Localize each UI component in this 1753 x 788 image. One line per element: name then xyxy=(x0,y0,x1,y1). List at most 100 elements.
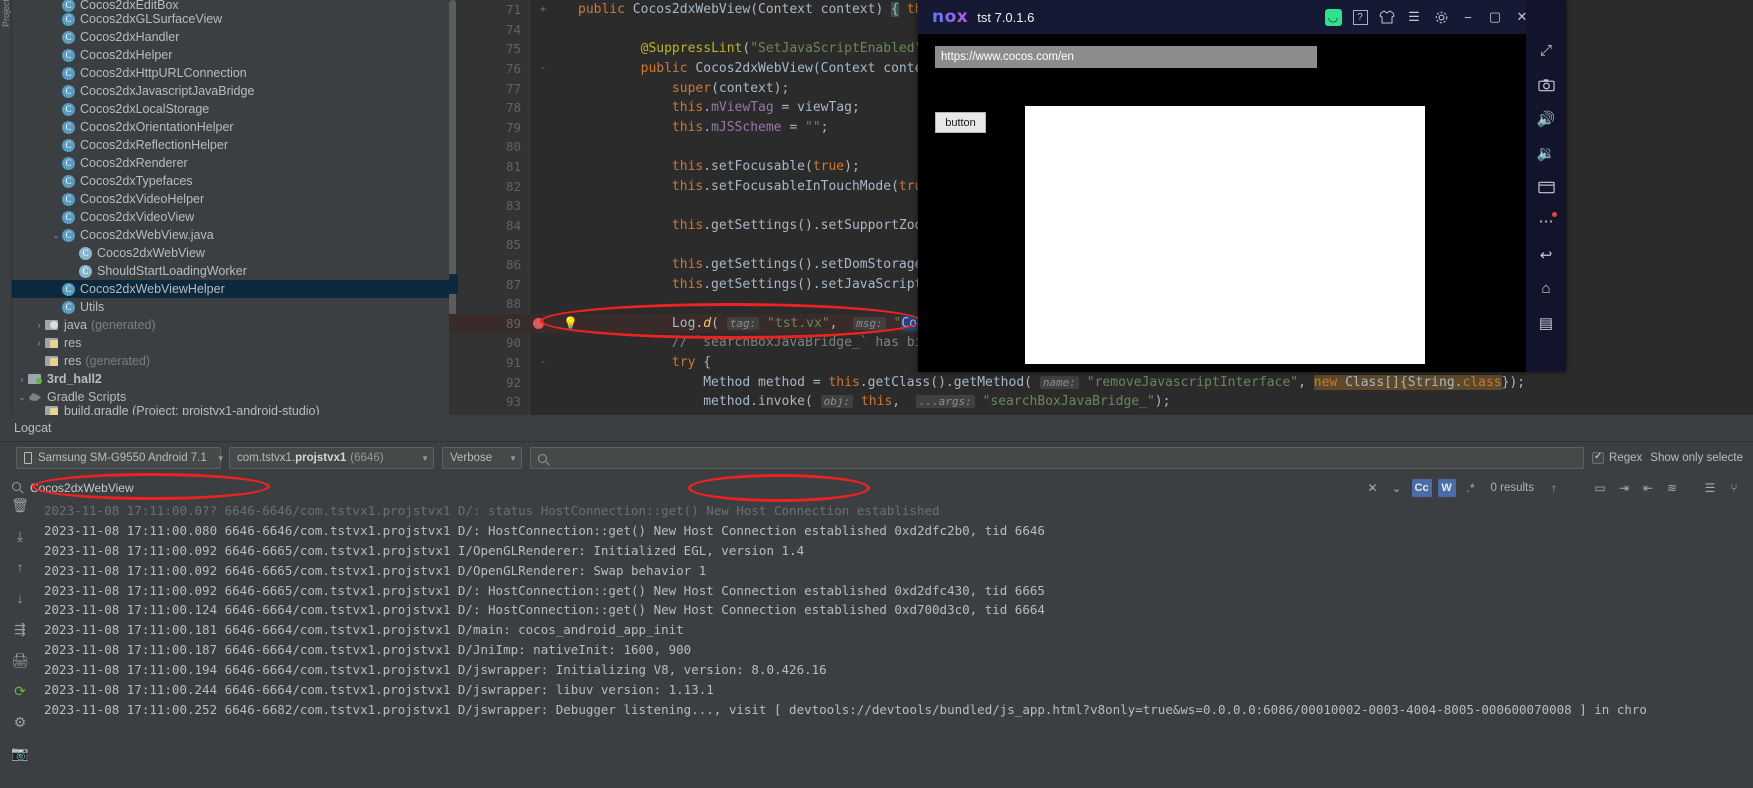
chevron-down-icon[interactable]: ⌄ xyxy=(16,388,28,406)
open-in-editor-icon[interactable]: ▭ xyxy=(1591,479,1609,497)
log-line[interactable]: 2023-11-08 17:11:00.187 6646-6664/com.ts… xyxy=(40,640,1753,660)
code-fold-toggle[interactable]: - xyxy=(530,63,556,74)
back-icon[interactable]: ↩ xyxy=(1532,242,1560,267)
tag-filter-input[interactable]: Cocos2dxWebView xyxy=(8,478,608,498)
collapse-lines-icon[interactable]: ⇤ xyxy=(1639,479,1657,497)
webview-content[interactable] xyxy=(1025,106,1425,364)
soft-wrap-icon[interactable]: ☰ xyxy=(1701,479,1719,497)
url-input[interactable] xyxy=(935,46,1317,68)
maximize-icon[interactable]: ▢ xyxy=(1482,2,1508,32)
filter-icon[interactable]: ⑂ xyxy=(1725,479,1743,497)
project-tab-label[interactable]: Project xyxy=(1,0,11,27)
log-line[interactable]: 2023-11-08 17:11:00.194 6646-6664/com.ts… xyxy=(40,660,1753,680)
shopping-bag-icon[interactable]: ◡ xyxy=(1320,2,1346,32)
restart-icon[interactable]: ⟳ xyxy=(9,682,31,700)
tree-item-build-gradle-project-projstvx1-android-studio-[interactable]: ›build.gradle (Project: projstvx1-androi… xyxy=(12,404,449,415)
minimize-icon[interactable]: − xyxy=(1455,2,1481,32)
log-level-selector[interactable]: Verbose ▼ xyxy=(442,447,522,469)
find-previous-icon[interactable]: ↑ xyxy=(1545,479,1563,497)
log-line[interactable]: 2023-11-08 17:11:00.0?? 6646-6646/com.ts… xyxy=(40,501,1753,521)
show-only-selected-checkbox[interactable]: Show only selecte xyxy=(1650,452,1743,464)
android-button[interactable]: button xyxy=(935,112,986,133)
fullscreen-icon[interactable]: ⤢ xyxy=(1532,38,1560,63)
nox-emulator-window[interactable]: nox tst 7.0.1.6 ◡ ? ☰ − ▢ ✕ « button xyxy=(918,0,1566,372)
history-icon[interactable]: ⌄ xyxy=(1388,479,1406,497)
nox-title-bar[interactable]: nox tst 7.0.1.6 ◡ ? ☰ − ▢ ✕ « xyxy=(918,0,1566,34)
tree-item-cocos2dxhttpurlconnection[interactable]: ›CCocos2dxHttpURLConnection xyxy=(12,64,449,82)
log-line[interactable]: 2023-11-08 17:11:00.092 6646-6665/com.ts… xyxy=(40,541,1753,561)
tree-item-3rd-hall2[interactable]: › 3rd_hall2 xyxy=(12,370,449,388)
process-selector[interactable]: com.tstvx1. projstvx1 (6646) ▼ xyxy=(229,447,434,469)
screenshot-icon[interactable] xyxy=(1532,72,1560,97)
logcat-search-input[interactable] xyxy=(530,447,1585,469)
match-case-toggle[interactable]: Cc xyxy=(1411,478,1432,497)
tree-item-res[interactable]: ›res(generated) xyxy=(12,352,449,370)
scroll-to-end-icon[interactable]: ⤓ xyxy=(9,527,31,545)
code-line-92[interactable]: 92 Method method = this.getClass().getMe… xyxy=(449,372,1753,392)
expand-lines-icon[interactable]: ⇥ xyxy=(1615,479,1633,497)
tree-item-cocos2dxrenderer[interactable]: ›CCocos2dxRenderer xyxy=(12,154,449,172)
scroll-up-icon[interactable]: ↑ xyxy=(9,558,31,576)
menu-icon[interactable]: ☰ xyxy=(1401,2,1427,32)
volume-up-icon[interactable]: 🔊 xyxy=(1532,106,1560,131)
log-line[interactable]: 2023-11-08 17:11:00.181 6646-6664/com.ts… xyxy=(40,620,1753,640)
tree-item-cocos2dxlocalstorage[interactable]: ›CCocos2dxLocalStorage xyxy=(12,100,449,118)
tree-item-cocos2dxeditbox[interactable]: ›CCocos2dxEditBox xyxy=(12,0,449,12)
clear-find-icon[interactable]: ✕ xyxy=(1364,479,1382,497)
wrap-icon[interactable]: ⇶ xyxy=(9,620,31,638)
home-icon[interactable]: ⌂ xyxy=(1532,276,1560,301)
log-line[interactable]: 2023-11-08 17:11:00.080 6646-6646/com.ts… xyxy=(40,521,1753,541)
tree-item-utils[interactable]: ›CUtils xyxy=(12,298,449,316)
tree-item-cocos2dxglsurfaceview[interactable]: ›CCocos2dxGLSurfaceView xyxy=(12,10,449,28)
tree-item-cocos2dxvideoview[interactable]: ›CCocos2dxVideoView xyxy=(12,208,449,226)
settings-icon[interactable] xyxy=(1428,2,1454,32)
nox-side-toolbar[interactable]: ⤢ 🔊 🔉 ⋯ ↩ ⌂ ▤ xyxy=(1526,0,1566,372)
device-selector[interactable]: Samsung SM-G9550 Android 7.1 ▼ xyxy=(16,447,225,469)
print-icon[interactable]: 🖨 xyxy=(9,651,31,669)
log-line[interactable]: 2023-11-08 17:11:00.252 6646-6682/com.ts… xyxy=(40,700,1753,720)
intention-bulb-icon[interactable]: 💡 xyxy=(563,316,578,330)
regex-checkbox[interactable]: Regex xyxy=(1592,451,1642,464)
scroll-down-icon[interactable]: ↓ xyxy=(9,589,31,607)
code-fold-toggle[interactable]: - xyxy=(530,357,556,368)
log-line[interactable]: 2023-11-08 17:11:00.124 6646-6664/com.ts… xyxy=(40,600,1753,620)
recents-icon[interactable]: ▤ xyxy=(1532,310,1560,335)
chevron-right-icon[interactable]: › xyxy=(16,370,28,388)
chevron-right-icon[interactable]: › xyxy=(33,334,45,352)
multi-window-icon[interactable] xyxy=(1532,174,1560,199)
log-line[interactable]: 2023-11-08 17:11:00.244 6646-6664/com.ts… xyxy=(40,680,1753,700)
regex-toggle[interactable]: .* xyxy=(1462,479,1480,497)
tshirt-icon[interactable] xyxy=(1374,2,1400,32)
tree-item-shouldstartloadingworker[interactable]: ›CShouldStartLoadingWorker xyxy=(12,262,449,280)
wrap-lines-icon[interactable]: ≋ xyxy=(1663,479,1681,497)
breakpoint-icon[interactable] xyxy=(533,317,544,329)
tree-item-cocos2dxtypefaces[interactable]: ›CCocos2dxTypefaces xyxy=(12,172,449,190)
tree-item-cocos2dxwebview-java[interactable]: ⌄ C Cocos2dxWebView.java xyxy=(12,226,449,244)
chevron-right-icon[interactable]: › xyxy=(33,316,45,334)
tree-item-cocos2dxhelper[interactable]: ›CCocos2dxHelper xyxy=(12,46,449,64)
log-line[interactable]: 2023-11-08 17:11:00.092 6646-6665/com.ts… xyxy=(40,581,1753,601)
tree-item-cocos2dxreflectionhelper[interactable]: ›CCocos2dxReflectionHelper xyxy=(12,136,449,154)
logcat-output[interactable]: 2023-11-08 17:11:00.0?? 6646-6646/com.ts… xyxy=(40,501,1753,788)
tree-item-cocos2dxwebview[interactable]: ›CCocos2dxWebView xyxy=(12,244,449,262)
settings-gear-icon[interactable]: ⚙ xyxy=(9,713,31,731)
log-line[interactable]: 2023-11-08 17:11:00.092 6646-6665/com.ts… xyxy=(40,561,1753,581)
tree-item-cocos2dxvideohelper[interactable]: ›CCocos2dxVideoHelper xyxy=(12,190,449,208)
volume-down-icon[interactable]: 🔉 xyxy=(1532,140,1560,165)
tree-item-java[interactable]: › java (generated) xyxy=(12,316,449,334)
clear-logcat-icon[interactable]: 🗑 xyxy=(9,496,31,514)
tree-item-cocos2dxwebviewhelper[interactable]: ›CCocos2dxWebViewHelper xyxy=(12,280,449,298)
nox-screen[interactable]: button xyxy=(918,34,1566,372)
screenshot-capture-icon[interactable]: 📷 xyxy=(9,744,31,762)
help-icon[interactable]: ? xyxy=(1347,2,1373,32)
whole-words-toggle[interactable]: W xyxy=(1437,478,1456,497)
code-fold-toggle[interactable]: + xyxy=(530,4,556,15)
chevron-down-icon[interactable]: ⌄ xyxy=(50,226,62,244)
tree-item-res[interactable]: › res xyxy=(12,334,449,352)
code-line-93[interactable]: 93 method.invoke( obj: this, ...args: "s… xyxy=(449,392,1753,412)
more-icon[interactable]: ⋯ xyxy=(1532,208,1560,233)
tree-item-cocos2dxjavascriptjavabridge[interactable]: ›CCocos2dxJavascriptJavaBridge xyxy=(12,82,449,100)
project-file-tree[interactable]: › C Cocos2dxEditBox › C Cocos2dxGLSurfaceView… xyxy=(12,0,449,415)
tree-item-cocos2dxorientationhelper[interactable]: ›CCocos2dxOrientationHelper xyxy=(12,118,449,136)
tree-item-cocos2dxhandler[interactable]: ›CCocos2dxHandler xyxy=(12,28,449,46)
